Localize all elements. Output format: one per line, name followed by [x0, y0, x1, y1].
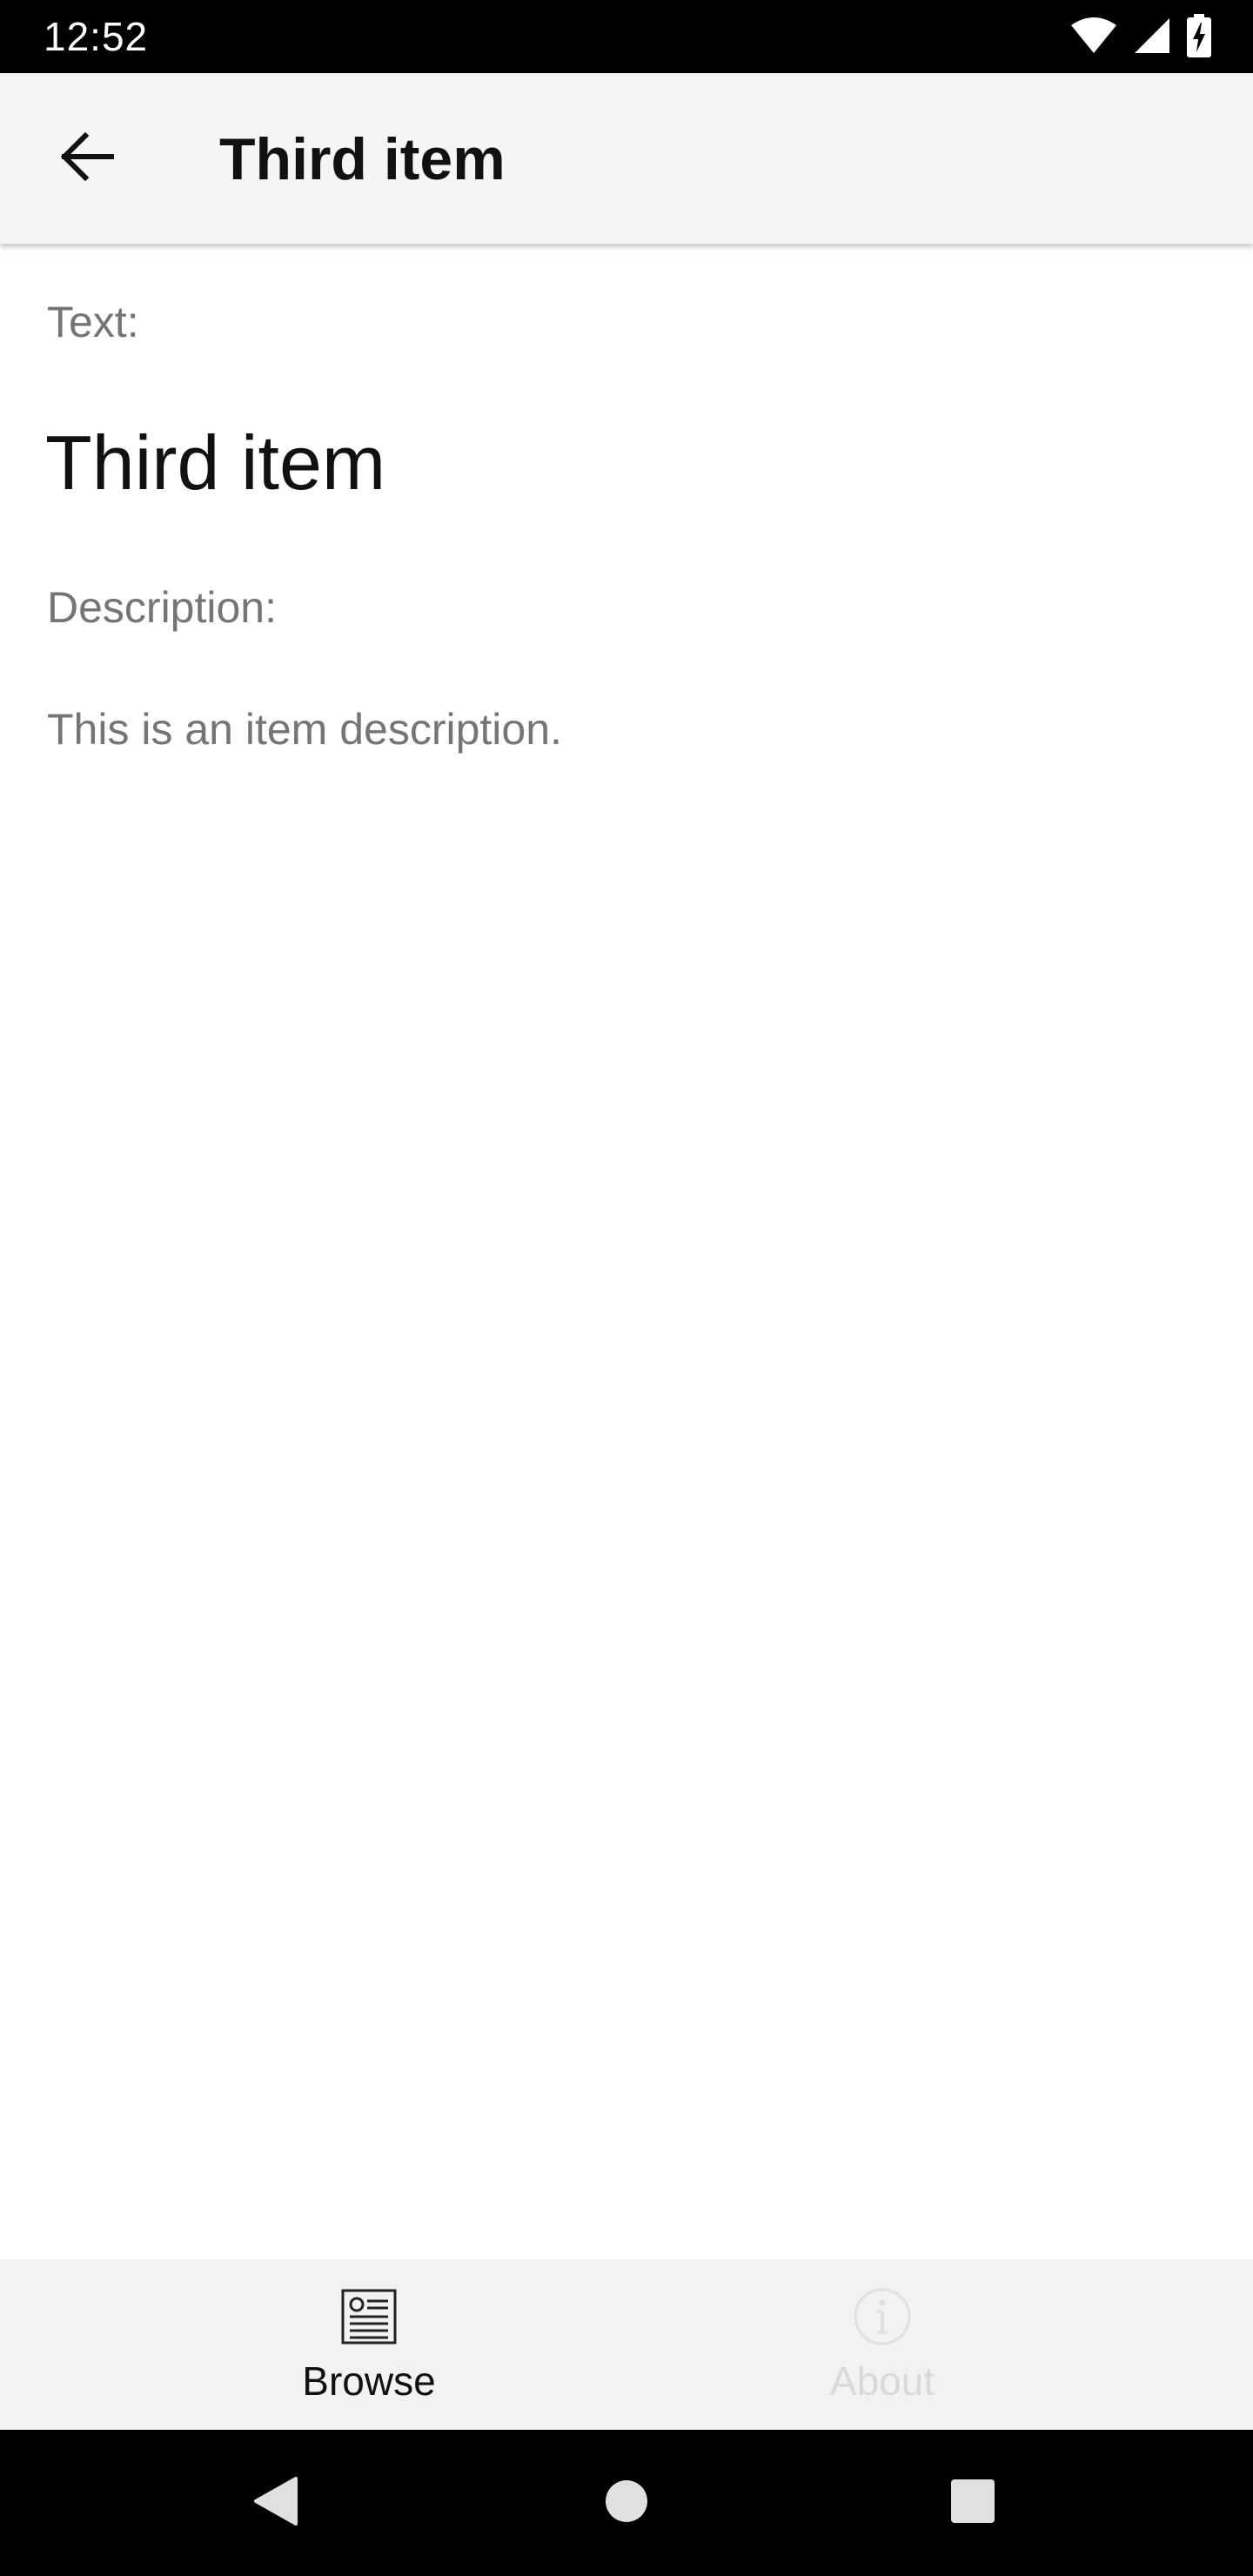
- screen: 12:52 Third item Text: Third item Descri…: [0, 0, 1253, 2576]
- page-title: Third item: [219, 126, 506, 192]
- arrow-left-icon: [59, 131, 115, 185]
- nav-home-button[interactable]: [592, 2468, 661, 2538]
- nav-recents-button[interactable]: [938, 2468, 1008, 2538]
- recents-square-icon: [950, 2479, 995, 2528]
- back-button[interactable]: [44, 115, 131, 202]
- info-icon: [851, 2285, 914, 2348]
- tab-about[interactable]: About: [569, 2259, 1196, 2430]
- signal-icon: [1133, 17, 1171, 59]
- status-icons: [1070, 13, 1211, 62]
- system-nav-bar: [0, 2430, 1253, 2576]
- status-bar: 12:52: [0, 0, 1253, 73]
- battery-charging-icon: [1187, 13, 1211, 62]
- description-label: Description:: [47, 583, 277, 632]
- browse-icon: [338, 2285, 400, 2348]
- back-triangle-icon: [251, 2475, 299, 2532]
- wifi-icon: [1070, 17, 1117, 59]
- tab-bar: Browse About: [0, 2259, 1253, 2430]
- tab-about-label: About: [829, 2358, 935, 2404]
- text-label: Text:: [47, 298, 139, 346]
- nav-back-button[interactable]: [240, 2468, 310, 2538]
- status-time: 12:52: [44, 14, 149, 59]
- description-value: This is an item description.: [47, 705, 562, 754]
- home-circle-icon: [604, 2479, 649, 2528]
- app-bar: Third item: [0, 73, 1253, 244]
- text-value: Third item: [45, 419, 386, 506]
